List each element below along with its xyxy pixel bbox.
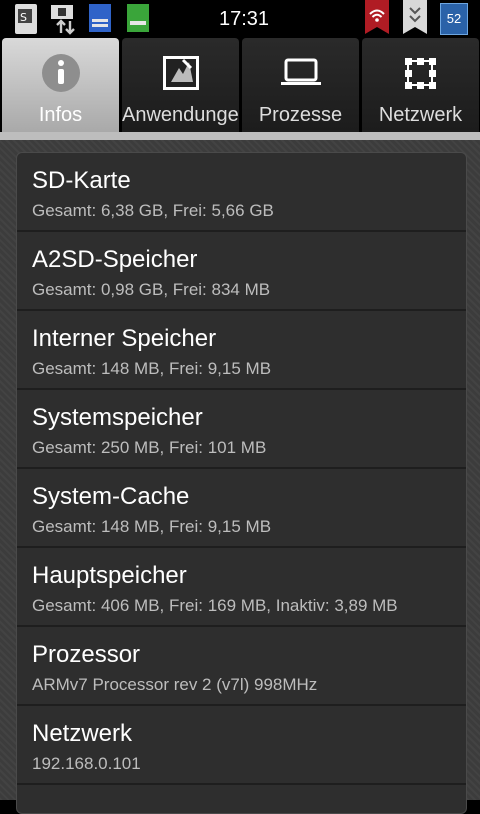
- list-item-subtitle: Gesamt: 250 MB, Frei: 101 MB: [32, 438, 267, 457]
- list-item-subtitle: 192.168.0.101: [32, 754, 141, 773]
- list-item-hauptspeicher[interactable]: Hauptspeicher Gesamt: 406 MB, Frei: 169 …: [17, 548, 466, 627]
- tab-anwendungen-label: Anwendungen: [122, 104, 239, 126]
- list-item-netzwerk[interactable]: Netzwerk 192.168.0.101: [17, 706, 466, 785]
- battery-level-text: 52: [446, 11, 462, 26]
- tab-netzwerk-label: Netzwerk: [378, 104, 463, 126]
- clock: 17:31: [218, 8, 270, 30]
- list-item-a2sd-speicher[interactable]: A2SD-Speicher Gesamt: 0,98 GB, Frei: 834…: [17, 232, 466, 311]
- list-item-title: A2SD-Speicher: [32, 246, 198, 273]
- list-item-title: SD-Karte: [32, 167, 131, 194]
- upload-download-icon: [51, 5, 75, 35]
- info-list: SD-Karte Gesamt: 6,38 GB, Frei: 5,66 GB …: [16, 152, 467, 814]
- list-item-title: Prozessor: [32, 641, 141, 668]
- list-item-title: Netzwerk: [32, 720, 133, 747]
- sd-card-icon: S: [15, 4, 37, 34]
- wifi-icon: [365, 0, 389, 34]
- list-item-subtitle: Gesamt: 0,98 GB, Frei: 834 MB: [32, 280, 271, 299]
- list-item-title: Systemspeicher: [32, 404, 203, 431]
- tab-infos-label: Infos: [38, 104, 83, 126]
- battery-level-badge: 52: [440, 3, 468, 35]
- list-item-interner-speicher[interactable]: Interner Speicher Gesamt: 148 MB, Frei: …: [17, 311, 466, 390]
- info-icon: [41, 54, 80, 92]
- tab-bar: Infos Anwendungen Prozesse Netzwerk: [0, 38, 480, 132]
- list-item-system-cache[interactable]: System-Cache Gesamt: 148 MB, Frei: 9,15 …: [17, 469, 466, 548]
- bookmark-icon: [403, 0, 427, 34]
- list-item-title: System-Cache: [32, 483, 190, 510]
- list-item-subtitle: Gesamt: 406 MB, Frei: 169 MB, Inaktiv: 3…: [32, 596, 398, 615]
- status-bar: S 17:31 52: [0, 0, 480, 38]
- list-item-prozessor[interactable]: Prozessor ARMv7 Processor rev 2 (v7l) 99…: [17, 627, 466, 706]
- list-item-title: Hauptspeicher: [32, 562, 187, 589]
- laptop-icon: [280, 58, 321, 85]
- apps-icon: [162, 56, 199, 90]
- list-item-title: Interner Speicher: [32, 325, 217, 352]
- list-item-sd-karte[interactable]: SD-Karte Gesamt: 6,38 GB, Frei: 5,66 GB: [17, 153, 466, 232]
- list-item-subtitle: Gesamt: 6,38 GB, Frei: 5,66 GB: [32, 201, 274, 220]
- list-item-subtitle: Gesamt: 148 MB, Frei: 9,15 MB: [32, 359, 272, 378]
- tab-infos[interactable]: Infos: [2, 38, 119, 132]
- tab-netzwerk[interactable]: Netzwerk: [362, 38, 479, 132]
- content-area: SD-Karte Gesamt: 6,38 GB, Frei: 5,66 GB …: [0, 140, 480, 814]
- tab-prozesse[interactable]: Prozesse: [242, 38, 359, 132]
- svg-text:S: S: [20, 11, 27, 24]
- network-icon: [404, 58, 436, 89]
- list-item-subtitle: ARMv7 Processor rev 2 (v7l) 998MHz: [32, 675, 318, 694]
- list-item-subtitle: Gesamt: 148 MB, Frei: 9,15 MB: [32, 517, 272, 536]
- notes-icon: [89, 4, 111, 32]
- battery-green-icon: [127, 4, 149, 32]
- tab-anwendungen[interactable]: Anwendungen: [122, 38, 239, 132]
- list-item-systemspeicher[interactable]: Systemspeicher Gesamt: 250 MB, Frei: 101…: [17, 390, 466, 469]
- tab-prozesse-label: Prozesse: [258, 104, 343, 126]
- tab-divider: [0, 132, 480, 140]
